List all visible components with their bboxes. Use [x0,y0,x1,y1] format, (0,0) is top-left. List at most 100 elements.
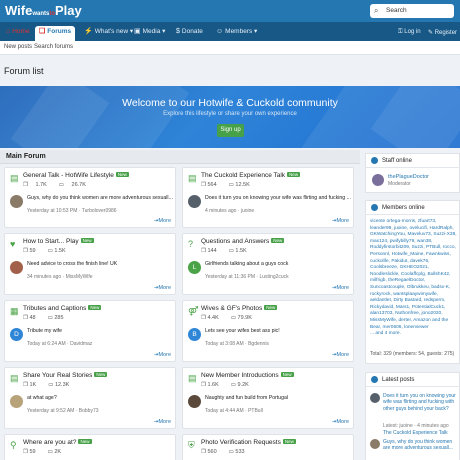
avatar[interactable]: B [188,328,201,341]
forum-title[interactable]: Tributes and Captions [23,305,86,312]
users-icon: ☺ [216,28,224,35]
forum-card-stories[interactable]: ▤ Share Your Real Stories New ❐ 1K ▭ 12.3K… [4,367,176,429]
avatar[interactable] [372,174,384,186]
nav-forums[interactable]: ❏ Forums [35,26,76,41]
latest-post-meta: Latest: juoine · 4 minutes ago [383,423,449,429]
search-button[interactable]: ⌕ Search [370,4,454,18]
members-online-block: Members online vicente ortega-morris, zf… [365,200,460,364]
comments-icon: ▤ [10,173,19,183]
latest-post-title[interactable]: Need advice to cross the finish line! UK [27,261,173,268]
messages-count: 9.2K [237,382,249,388]
login-link[interactable]: ⚿ Log in [398,29,421,36]
forum-card-where-are-you[interactable]: ⚲ Where are you at? New ❐ 59 ▭ 2K [4,434,176,460]
more-link[interactable]: ⇥More [154,285,171,291]
avatar[interactable]: L [188,261,201,274]
sub-nav: New posts Search forums [0,41,460,55]
forum-card-general-talk[interactable]: ▤ General Talk - HotWife Lifestyle New ❐ … [4,167,176,228]
forum-card-tributes[interactable]: ▦ Tributes and Captions New ❐ 48 ▭ 285 D T… [4,300,176,362]
latest-post-forum[interactable]: The Cuckold Experience Talk [383,430,448,436]
members-list[interactable]: vicente ortega-morris, zfuart73, leander… [370,219,458,338]
search-forums-link[interactable]: Search forums [34,44,73,50]
block-title: Members online [382,205,425,211]
more-link[interactable]: ⇥More [332,419,349,425]
dollar-icon: $ [176,28,180,35]
forum-title[interactable]: The Cuckold Experience Talk [201,172,285,179]
threads-icon: ❐ [23,182,28,188]
messages-count: 285 [54,315,64,321]
nav-donate[interactable]: $ Donate [172,26,207,41]
avatar[interactable] [188,195,201,208]
user-plus-icon: ✎ [428,30,434,36]
site-logo[interactable]: WifewantstoPlay [5,3,82,18]
avatar[interactable] [370,439,380,449]
avatar[interactable] [10,195,23,208]
comments-icon: ▤ [10,373,19,383]
latest-post-title[interactable]: Does it turn you on knowing your wife wa… [205,195,351,202]
threads-count: 4.4K [207,315,219,321]
forum-card-questions[interactable]: ? Questions and Answers New ❐ 144 ▭ 1.5K L… [182,233,354,295]
new-badge: New [94,372,108,377]
nav-whats-new[interactable]: ⚡ What's new ▾ [80,26,137,41]
latest-post-title[interactable]: Guys, why do you think women are more ad… [383,439,458,452]
avatar[interactable]: D [10,328,23,341]
more-link[interactable]: ⇥More [154,352,171,358]
latest-post-meta: Yesterday at 9:52 AM · Bobby73 [27,408,99,414]
section-title: Main Forum [6,153,46,160]
messages-count: 12.3K [54,382,70,388]
forum-title[interactable]: Questions and Answers [201,238,269,245]
nav-home[interactable]: ⌂ Home [2,26,34,41]
search-icon: ⌕ [374,6,379,15]
latest-post-title[interactable]: Guys, why do you think women are more ad… [27,195,173,202]
forum-card-photos[interactable]: ⚤ Wives & GF's Photos New ❐ 4.4K ▭ 79.9K B… [182,300,354,362]
forum-card-introductions[interactable]: ▤ New Member Introductions New ❐ 1.6K ▭ 9.… [182,367,354,429]
new-badge: New [88,305,102,310]
more-link[interactable]: ⇥More [332,218,349,224]
latest-post-title[interactable]: Girlfriends talking about a guys cock [205,261,351,268]
forum-title[interactable]: New Member Introductions [201,372,279,379]
forum-title[interactable]: Share Your Real Stories [23,372,92,379]
forum-title[interactable]: Wives & GF's Photos [201,305,262,312]
more-link[interactable]: ⇥More [332,285,349,291]
banner-subtitle: Explore this lifestyle or share your own… [163,111,297,117]
nav-media[interactable]: ▣ Media ▾ [130,26,169,41]
forum-title[interactable]: How to Start... Play [23,238,79,245]
key-icon: ⚿ [398,29,403,35]
latest-post-title[interactable]: at what age? [27,395,173,402]
avatar[interactable] [10,261,23,274]
forum-card-verification[interactable]: ⛨ Photo Verification Requests New ❐ 560 ▭ … [182,434,354,460]
signup-button[interactable]: Sign up [217,124,244,137]
forum-title[interactable]: General Talk - HotWife Lifestyle [23,172,114,179]
forum-card-cuckold-talk[interactable]: ▤ The Cuckold Experience Talk New ❐ 564 ▭ … [182,167,354,228]
avatar[interactable] [188,395,201,408]
latest-post-title[interactable]: Tribute my wife [27,328,173,335]
latest-post-title[interactable]: Naughty and fun build from Portugal [205,395,351,402]
section-header: Main Forum [0,150,360,164]
staff-role: Moderator [388,181,411,187]
more-link[interactable]: ⇥More [154,419,171,425]
threads-count: 1K [29,382,37,388]
avatar[interactable] [10,395,23,408]
threads-count: 1.6K [207,382,219,388]
members-total: Total: 329 (members: 54, guests: 275) [370,351,455,357]
block-title: Latest posts [382,377,415,383]
main-nav: ⌂ Home ❏ Forums ⚡ What's new ▾ ▣ Media ▾ $ Do… [0,22,460,41]
latest-post-title[interactable]: Does it turn you on knowing your wife wa… [383,393,458,412]
nav-members[interactable]: ☺ Members ▾ [212,26,261,41]
banner-title: Welcome to our Hotwife & Cuckold communi… [122,97,338,109]
latest-post-meta: Today at 4:44 AM · PTBull [205,408,263,414]
avatar[interactable] [370,393,380,403]
register-link[interactable]: ✎ Register [428,29,457,36]
threads-count: 144 [207,248,217,254]
and-more-text: ... and 4 more. [370,331,401,337]
latest-post-title[interactable]: Lets see your wifes best ass pic! [205,328,351,335]
forum-title[interactable]: Where are you at? [23,439,76,446]
more-link[interactable]: ⇥More [332,352,349,358]
new-posts-link[interactable]: New posts [4,44,32,50]
clock-icon [371,376,378,383]
more-link[interactable]: ⇥More [154,218,171,224]
comments-icon: ❏ [39,28,46,35]
new-badge: New [287,172,301,177]
forum-card-how-to-start[interactable]: ♥ How to Start... Play New ❐ 59 ▭ 1.5K Nee… [4,233,176,295]
staff-name[interactable]: thePlagueDoctor [388,174,429,180]
forum-title[interactable]: Photo Verification Requests [201,439,281,446]
